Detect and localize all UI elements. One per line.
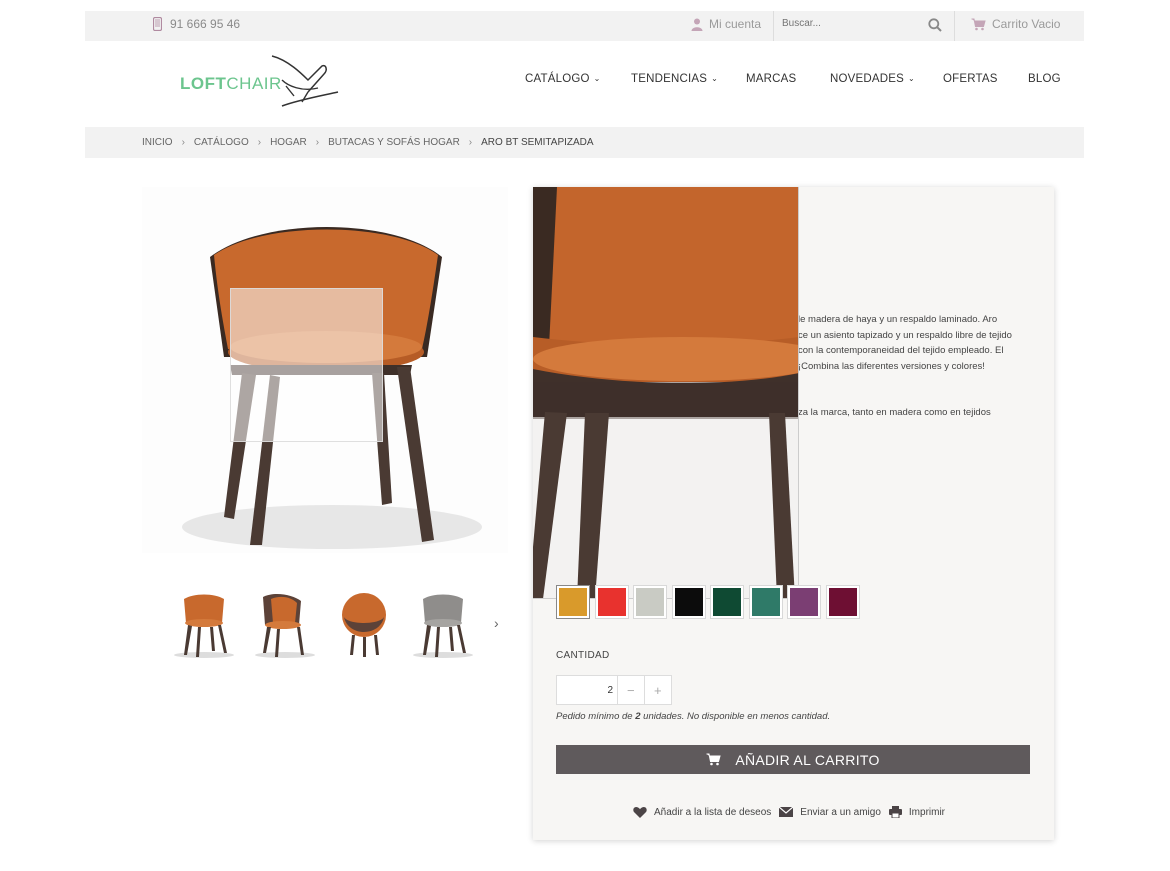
breadcrumb-item-current: ARO BT SEMITAPIZADA — [481, 137, 594, 148]
color-swatch[interactable] — [826, 586, 859, 618]
thumbnail-2[interactable] — [251, 591, 319, 659]
breadcrumb: INICIO › CATÁLOGO › HOGAR › BUTACAS Y SOFÁS HO… — [142, 137, 594, 148]
quantity-stepper: − + — [556, 675, 672, 705]
breadcrumb-separator: › — [181, 137, 185, 148]
chair-zoom-image — [533, 187, 798, 598]
top-bar: 91 666 95 46 Mi cuenta Carrito Vacio — [85, 11, 1084, 41]
print-link[interactable]: Imprimir — [888, 806, 945, 818]
chair-thumbnail-image — [174, 594, 234, 658]
color-swatch[interactable] — [557, 586, 589, 618]
thumbnail-3[interactable] — [330, 591, 398, 659]
breadcrumb-item-inicio[interactable]: INICIO — [142, 137, 173, 148]
quantity-increase-button[interactable]: + — [645, 676, 671, 704]
zoom-preview — [533, 187, 799, 599]
color-swatch[interactable] — [595, 586, 628, 618]
cart-icon — [971, 18, 986, 30]
search-box — [773, 11, 955, 41]
product-main-image[interactable] — [142, 187, 508, 553]
color-swatch[interactable] — [711, 586, 743, 618]
heart-icon — [633, 807, 647, 818]
thumbnail-1[interactable] — [170, 591, 238, 659]
color-swatch[interactable] — [672, 586, 705, 618]
nav-marcas[interactable]: MARCAS — [746, 73, 796, 85]
account-label: Mi cuenta — [709, 17, 762, 31]
phone-icon — [153, 17, 162, 31]
breadcrumb-item-butacas[interactable]: BUTACAS Y SOFÁS HOGAR — [328, 137, 460, 148]
account-link[interactable]: Mi cuenta — [691, 17, 761, 31]
phone-contact[interactable]: 91 666 95 46 — [153, 17, 240, 31]
nav-tendencias[interactable]: TENDENCIAS ⌄ — [631, 73, 718, 85]
product-actions: Añadir a la lista de deseos Enviar a un … — [633, 806, 945, 818]
nav-novedades[interactable]: NOVEDADES ⌄ — [830, 73, 915, 85]
product-description: le madera de haya y un respaldo laminado… — [798, 314, 1012, 418]
chair-thumbnail-image — [255, 594, 315, 658]
chair-thumbnail-image — [342, 593, 386, 657]
zoom-lens — [230, 288, 383, 442]
breadcrumb-separator: › — [468, 137, 473, 148]
minimum-order-note: Pedido mínimo de 2 unidades. No disponib… — [556, 711, 831, 722]
envelope-icon — [779, 807, 794, 817]
send-to-friend-link[interactable]: Enviar a un amigo — [779, 807, 881, 818]
breadcrumb-bar: INICIO › CATÁLOGO › HOGAR › BUTACAS Y SOFÁS HO… — [85, 127, 1084, 158]
add-to-wishlist-link[interactable]: Añadir a la lista de deseos — [633, 806, 771, 818]
search-input[interactable] — [782, 18, 922, 29]
search-icon[interactable] — [928, 18, 942, 37]
breadcrumb-item-catalogo[interactable]: CATÁLOGO — [194, 137, 249, 148]
cart-icon — [706, 753, 721, 766]
printer-icon — [888, 806, 902, 818]
color-swatch[interactable] — [788, 586, 820, 618]
cart-label: Carrito Vacio — [992, 17, 1061, 31]
quantity-decrease-button[interactable]: − — [618, 676, 645, 704]
quantity-label: CANTIDAD — [556, 650, 610, 661]
add-to-cart-button[interactable]: AÑADIR AL CARRITO — [556, 745, 1030, 774]
nav-ofertas[interactable]: OFERTAS — [943, 73, 998, 85]
chevron-down-icon: ⌄ — [593, 74, 601, 83]
color-swatch[interactable] — [634, 586, 666, 618]
color-swatch[interactable] — [749, 586, 782, 618]
user-icon — [691, 18, 703, 31]
phone-number: 91 666 95 46 — [170, 17, 241, 31]
nav-blog[interactable]: BLOG — [1028, 73, 1061, 85]
breadcrumb-item-hogar[interactable]: HOGAR — [270, 137, 307, 148]
add-to-cart-label: AÑADIR AL CARRITO — [735, 751, 880, 768]
chair-thumbnail-image — [413, 594, 473, 658]
chevron-down-icon: ⌄ — [908, 74, 915, 83]
cart-link[interactable]: Carrito Vacio — [971, 17, 1060, 31]
main-nav: CATÁLOGO ⌄ TENDENCIAS ⌄ MARCAS NOVEDADES ⌄ … — [0, 73, 1170, 89]
breadcrumb-separator: › — [257, 137, 262, 148]
thumbnail-4[interactable] — [409, 591, 477, 659]
chevron-down-icon: ⌄ — [711, 74, 719, 83]
breadcrumb-separator: › — [315, 137, 320, 148]
quantity-input[interactable] — [557, 676, 618, 704]
thumbnail-next-arrow-icon[interactable]: › — [494, 615, 499, 631]
nav-catalogo[interactable]: CATÁLOGO ⌄ — [525, 73, 601, 85]
